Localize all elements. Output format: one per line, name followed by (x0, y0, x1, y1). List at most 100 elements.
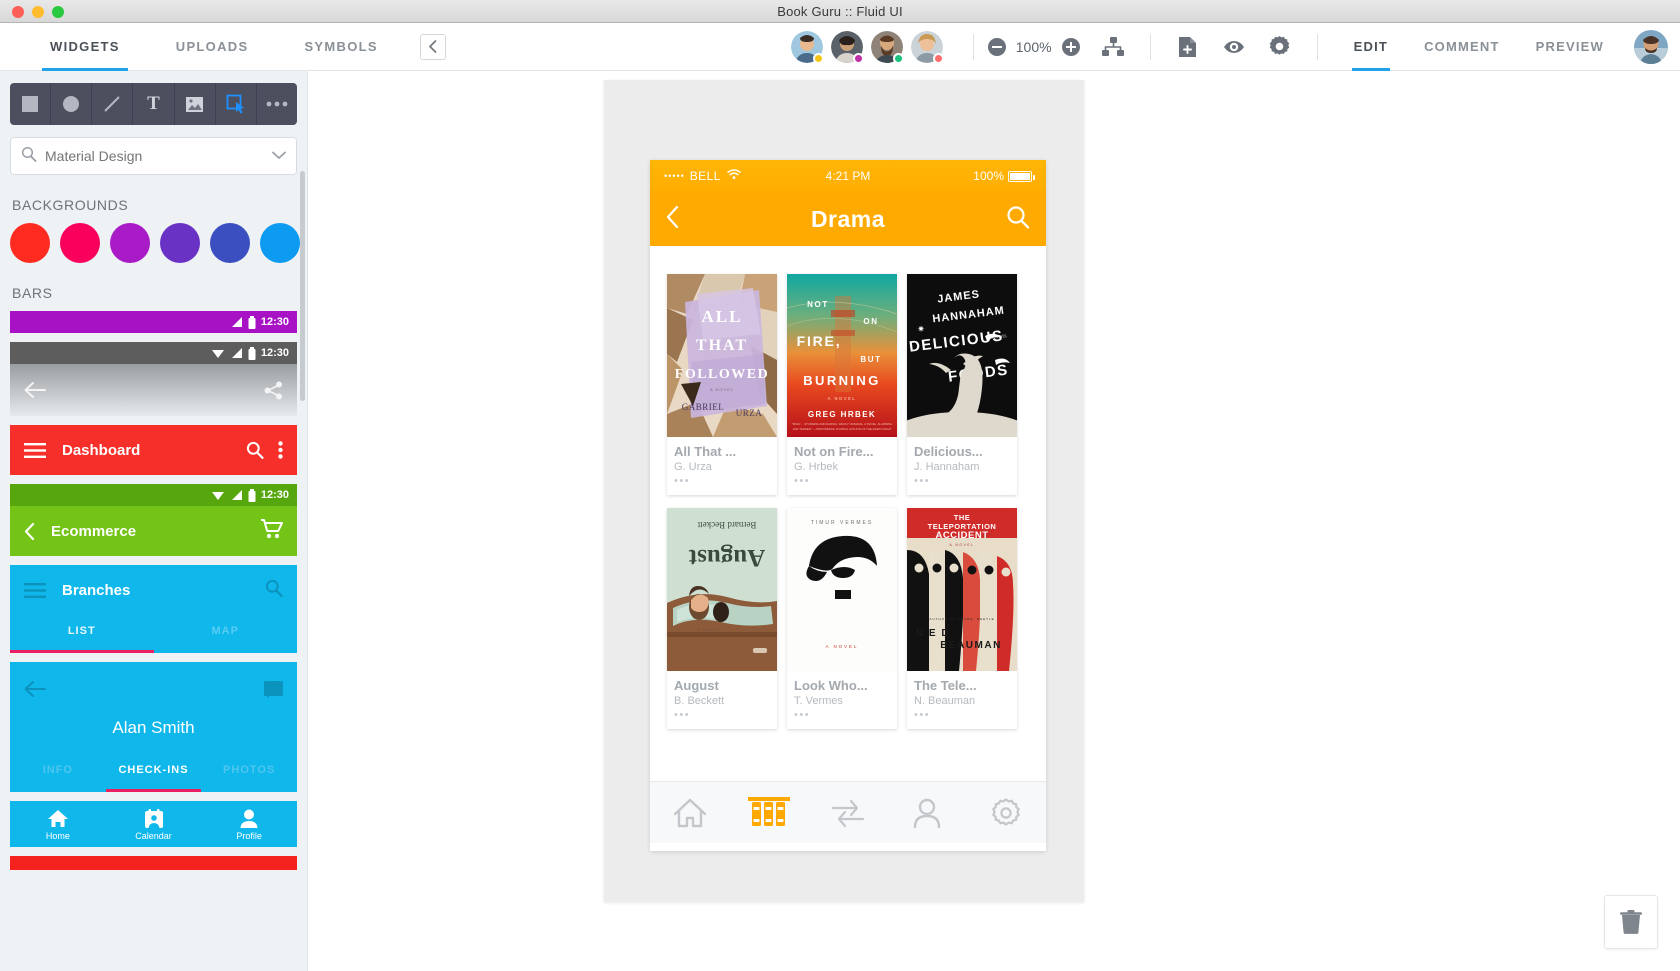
svg-text:ACCIDENT: ACCIDENT (935, 530, 988, 541)
widget-branches-tab-bar[interactable]: Branches LIST MAP (10, 565, 297, 653)
tab-settings[interactable] (967, 798, 1046, 828)
svg-text:THAT: THAT (696, 337, 748, 354)
zoom-in-icon[interactable] (1062, 38, 1080, 56)
back-arrow-icon (24, 523, 35, 540)
battery-full-icon (1008, 171, 1032, 182)
svg-text:THE: THE (954, 513, 971, 522)
widget-tab-checkins[interactable]: CHECK-INS (106, 754, 202, 786)
widget-purple-status-bar[interactable]: 12:30 (10, 311, 297, 333)
tab-transfer[interactable] (808, 799, 887, 827)
svg-text:BURNING: BURNING (803, 373, 880, 388)
book-grid: ALL THAT FOLLOWED A NOVEL GABRIEL URZA A… (650, 246, 1046, 729)
nav-item-home[interactable]: Home (10, 809, 106, 841)
tab-edit[interactable]: EDIT (1336, 23, 1406, 71)
widget-tab-map[interactable]: MAP (154, 615, 298, 647)
tab-symbols[interactable]: SYMBOLS (276, 23, 405, 71)
tab-preview[interactable]: PREVIEW (1518, 23, 1622, 71)
link-icon[interactable] (1219, 32, 1249, 62)
book-card[interactable]: JAMES HANNAHAM DELICIOUS A NOVEL FOODS ✷ (907, 274, 1017, 495)
window-title: Book Guru :: Fluid UI (777, 4, 903, 19)
widget-search-box[interactable] (10, 137, 297, 175)
widget-tab-list[interactable]: LIST (10, 615, 154, 647)
widget-profile-tab-bar[interactable]: Alan Smith INFO CHECK-INS PHOTOS (10, 662, 297, 792)
tab-home[interactable] (650, 798, 729, 828)
line-tool[interactable] (92, 83, 133, 125)
widget-red-bar-partial[interactable] (10, 856, 297, 870)
trash-icon[interactable] (1604, 895, 1658, 949)
collaborator-avatar-4[interactable] (911, 31, 943, 63)
design-canvas[interactable]: ••••• BELL 4:21 PM 100% Drama (308, 71, 1680, 971)
book-meta: Delicious... J. Hannaham ••• (907, 437, 1017, 495)
search-icon (246, 441, 264, 459)
book-card[interactable]: ALL THAT FOLLOWED A NOVEL GABRIEL URZA A… (667, 274, 777, 495)
zoom-out-icon[interactable] (988, 38, 1006, 56)
sidebar-scrollbar[interactable] (300, 171, 305, 401)
battery-icon (248, 489, 256, 502)
select-tool[interactable] (216, 83, 257, 125)
phone-page-title: Drama (650, 206, 1046, 233)
image-tool[interactable] (175, 83, 216, 125)
widget-dashboard-app-bar[interactable]: Dashboard (10, 425, 297, 475)
collaborator-avatar-1[interactable] (791, 31, 823, 63)
book-author: N. Beauman (914, 695, 1011, 707)
add-page-icon[interactable] (1173, 32, 1203, 62)
collaborator-avatars (791, 31, 943, 63)
swatch-red[interactable] (10, 223, 50, 263)
close-window-button[interactable] (12, 6, 24, 18)
window-controls[interactable] (12, 6, 64, 18)
book-more-dots[interactable]: ••• (674, 709, 771, 721)
book-more-dots[interactable]: ••• (914, 475, 1011, 487)
sitemap-icon[interactable] (1098, 32, 1128, 62)
book-cover-teleportation-accident: THE TELEPORTATION ACCIDENT A NOVEL (907, 508, 1017, 671)
tab-profile[interactable] (888, 798, 967, 828)
gear-icon[interactable] (1265, 32, 1295, 62)
tab-uploads[interactable]: UPLOADS (148, 23, 277, 71)
tab-comment[interactable]: COMMENT (1406, 23, 1518, 71)
book-more-dots[interactable]: ••• (794, 709, 891, 721)
svg-text:FOLLOWED: FOLLOWED (675, 367, 769, 382)
current-user-avatar[interactable] (1634, 30, 1668, 64)
zoom-controls: 100% (988, 38, 1080, 56)
widget-bottom-nav-bar[interactable]: Home Calendar Profile (10, 801, 297, 847)
book-card[interactable]: TIMUR VERMES A NOVEL Look Who... T. Verm… (787, 508, 897, 729)
ellipse-tool[interactable] (51, 83, 92, 125)
book-more-dots[interactable]: ••• (794, 475, 891, 487)
widget-ecommerce-app-bar[interactable]: 12:30 Ecommerce (10, 484, 297, 556)
search-input[interactable] (45, 148, 272, 164)
chevron-down-icon[interactable] (272, 147, 286, 165)
nav-item-calendar[interactable]: Calendar (106, 809, 202, 841)
swatch-magenta[interactable] (110, 223, 150, 263)
tab-widgets[interactable]: WIDGETS (22, 23, 148, 71)
book-card[interactable]: THE TELEPORTATION ACCIDENT A NOVEL (907, 508, 1017, 729)
widget-tab-info[interactable]: INFO (10, 754, 106, 786)
nav-label: Calendar (135, 831, 172, 841)
phone-tab-bar (650, 781, 1046, 843)
tab-books[interactable] (729, 798, 808, 828)
main-toolbar: WIDGETS UPLOADS SYMBOLS (0, 23, 1680, 71)
book-more-dots[interactable]: ••• (674, 475, 771, 487)
collaborator-avatar-2[interactable] (831, 31, 863, 63)
collaborator-avatar-3[interactable] (871, 31, 903, 63)
widget-tab-photos[interactable]: PHOTOS (201, 754, 297, 786)
swatch-purple[interactable] (160, 223, 200, 263)
text-tool[interactable]: T (133, 83, 174, 125)
book-meta: August B. Beckett ••• (667, 671, 777, 729)
book-card[interactable]: NOT ON FIRE, BUT BURNING A NOVEL GREG HR… (787, 274, 897, 495)
nav-item-profile[interactable]: Profile (201, 809, 297, 841)
maximize-window-button[interactable] (52, 6, 64, 18)
chevron-left-icon[interactable] (420, 34, 446, 60)
phone-header: Drama (650, 192, 1046, 246)
swatch-blue[interactable] (260, 223, 300, 263)
swatch-pink[interactable] (60, 223, 100, 263)
swatch-indigo[interactable] (210, 223, 250, 263)
status-dot (893, 53, 904, 64)
more-tools[interactable] (257, 83, 297, 125)
phone-mockup[interactable]: ••••• BELL 4:21 PM 100% Drama (650, 160, 1046, 851)
book-more-dots[interactable]: ••• (914, 709, 1011, 721)
svg-text:AUTHOR OF BOXER, BEETLE: AUTHOR OF BOXER, BEETLE (929, 617, 994, 621)
minimize-window-button[interactable] (32, 6, 44, 18)
book-card[interactable]: August Bernard Beckett (667, 508, 777, 729)
gear-icon (991, 798, 1021, 828)
rectangle-tool[interactable] (10, 83, 51, 125)
widget-grey-toolbar[interactable]: 12:30 (10, 342, 297, 416)
